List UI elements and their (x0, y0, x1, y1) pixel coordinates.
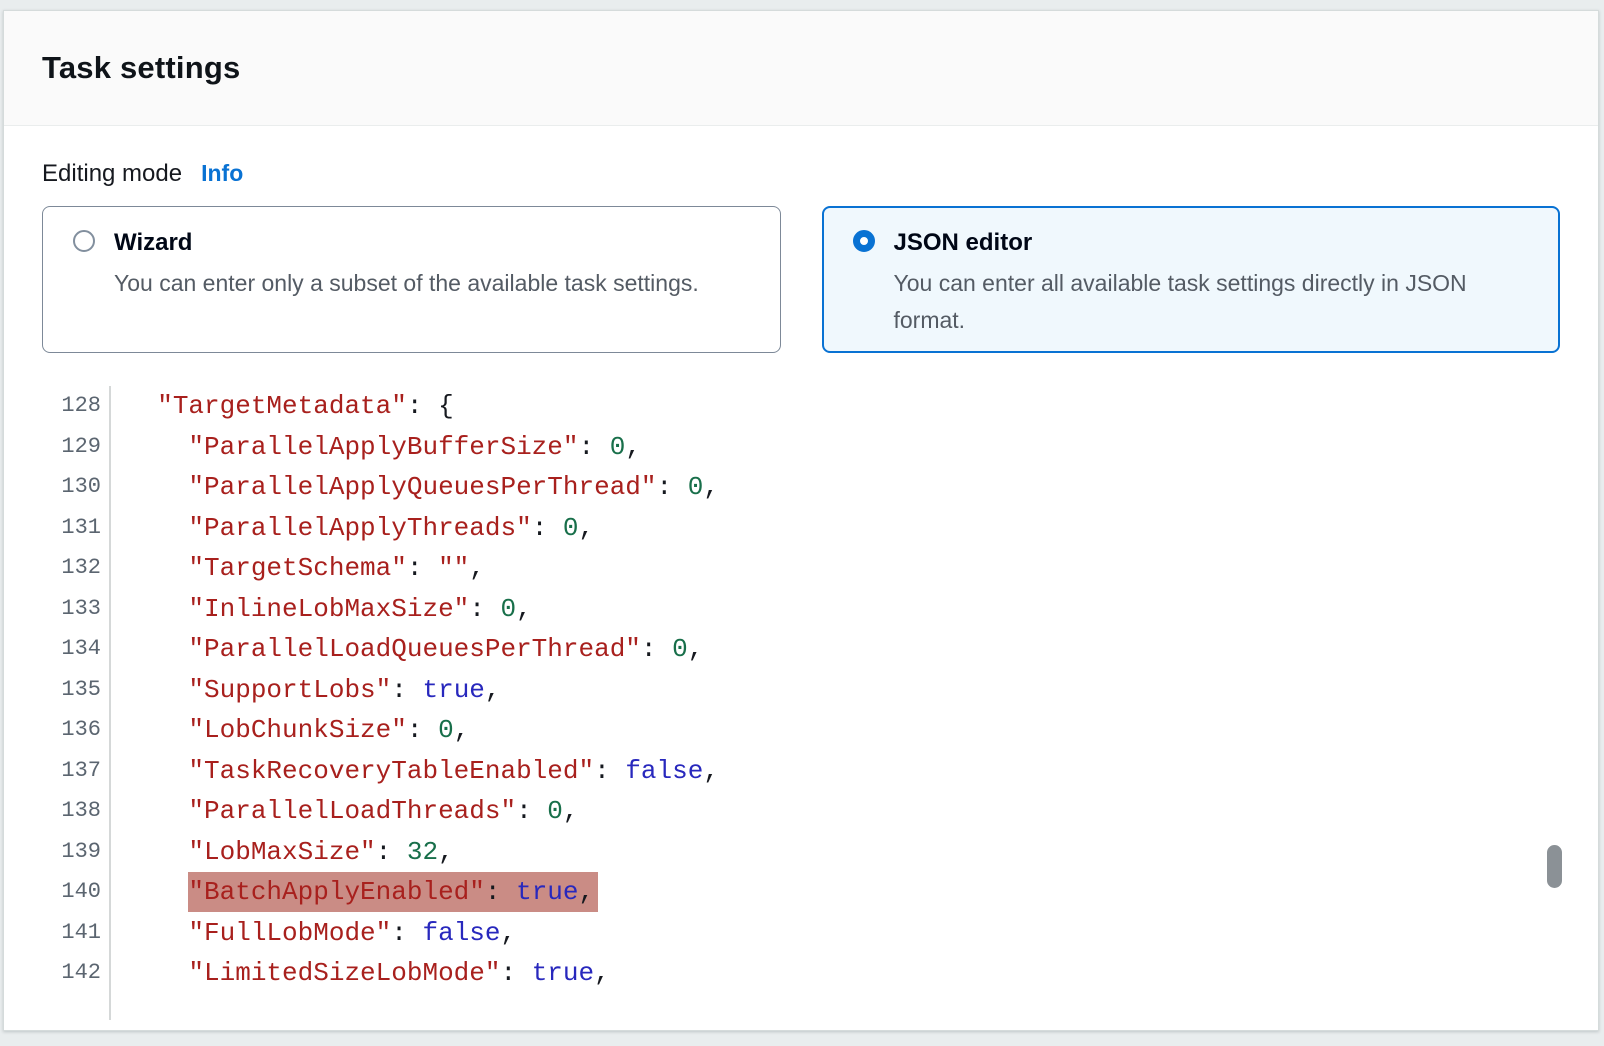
code-line[interactable]: 140 "BatchApplyEnabled": true, (42, 872, 1560, 913)
code-line[interactable]: 138 "ParallelLoadThreads": 0, (42, 791, 1560, 832)
page-title: Task settings (42, 50, 240, 86)
code-line[interactable]: 141 "FullLobMode": false, (42, 913, 1560, 954)
panel-content: Editing mode Info Wizard You can enter o… (4, 126, 1598, 1020)
code-text: "ParallelApplyBufferSize": 0, (111, 427, 641, 468)
wizard-option-description: You can enter only a subset of the avail… (114, 265, 756, 302)
line-number: 138 (42, 791, 111, 832)
line-number: 137 (42, 751, 111, 792)
panel-header: Task settings (4, 11, 1598, 126)
code-line[interactable]: 135 "SupportLobs": true, (42, 670, 1560, 711)
line-number: 132 (42, 548, 111, 589)
code-line[interactable]: 136 "LobChunkSize": 0, (42, 710, 1560, 751)
editing-mode-label: Editing mode (42, 160, 182, 188)
line-number: 136 (42, 710, 111, 751)
line-number (42, 994, 111, 1020)
code-line[interactable]: 129 "ParallelApplyBufferSize": 0, (42, 427, 1560, 468)
code-text: "LobChunkSize": 0, (111, 710, 469, 751)
line-number: 128 (42, 386, 111, 427)
code-text: "BatchApplyEnabled": true, (111, 872, 598, 913)
line-number: 129 (42, 427, 111, 468)
json-editor[interactable]: 128 "TargetMetadata": {129 "ParallelAppl… (42, 386, 1560, 1020)
line-number: 133 (42, 589, 111, 630)
line-number: 140 (42, 872, 111, 913)
json-editor-option-title: JSON editor (894, 228, 1536, 258)
line-number: 134 (42, 629, 111, 670)
task-settings-panel: Task settings Editing mode Info Wizard Y… (3, 10, 1599, 1031)
line-number: 130 (42, 467, 111, 508)
json-editor-option-description: You can enter all available task setting… (894, 265, 1536, 339)
wizard-radio-icon[interactable] (73, 230, 95, 252)
vertical-scrollbar-thumb[interactable] (1547, 845, 1562, 888)
code-text: "TargetMetadata": { (111, 386, 454, 427)
json-editor-option-tile[interactable]: JSON editor You can enter all available … (822, 206, 1561, 353)
wizard-option-title: Wizard (114, 228, 756, 258)
code-line[interactable]: 134 "ParallelLoadQueuesPerThread": 0, (42, 629, 1560, 670)
info-link[interactable]: Info (201, 160, 243, 187)
code-text: "ParallelApplyQueuesPerThread": 0, (111, 467, 719, 508)
code-text: "ParallelApplyThreads": 0, (111, 508, 594, 549)
line-number: 135 (42, 670, 111, 711)
code-line[interactable]: 131 "ParallelApplyThreads": 0, (42, 508, 1560, 549)
code-text: "LimitedSizeLobMode": true, (111, 953, 610, 994)
code-text: "ParallelLoadThreads": 0, (111, 791, 579, 832)
wizard-option-tile[interactable]: Wizard You can enter only a subset of th… (42, 206, 781, 353)
code-text: "InlineLobMaxSize": 0, (111, 589, 532, 630)
line-number: 139 (42, 832, 111, 873)
line-number: 141 (42, 913, 111, 954)
editing-mode-row: Editing mode Info (42, 160, 1560, 188)
code-text: "SupportLobs": true, (111, 670, 501, 711)
code-text: "TaskRecoveryTableEnabled": false, (111, 751, 719, 792)
code-line[interactable]: 142 "LimitedSizeLobMode": true, (42, 953, 1560, 994)
code-text: "ParallelLoadQueuesPerThread": 0, (111, 629, 703, 670)
code-line[interactable]: 132 "TargetSchema": "", (42, 548, 1560, 589)
json-editor-option-text: JSON editor You can enter all available … (894, 228, 1536, 332)
wizard-option-text: Wizard You can enter only a subset of th… (114, 228, 756, 332)
code-text: "TargetSchema": "", (111, 548, 485, 589)
code-line[interactable]: 130 "ParallelApplyQueuesPerThread": 0, (42, 467, 1560, 508)
code-line[interactable]: 128 "TargetMetadata": { (42, 386, 1560, 427)
code-text: "LobMaxSize": 32, (111, 832, 454, 873)
code-text: "FullLobMode": false, (111, 913, 516, 954)
code-line[interactable]: 133 "InlineLobMaxSize": 0, (42, 589, 1560, 630)
json-editor-radio-icon[interactable] (853, 230, 875, 252)
code-line[interactable]: 137 "TaskRecoveryTableEnabled": false, (42, 751, 1560, 792)
line-number: 131 (42, 508, 111, 549)
code-line[interactable]: 139 "LobMaxSize": 32, (42, 832, 1560, 873)
gutter-stub (42, 994, 1560, 1020)
line-number: 142 (42, 953, 111, 994)
editing-mode-options: Wizard You can enter only a subset of th… (42, 206, 1560, 353)
